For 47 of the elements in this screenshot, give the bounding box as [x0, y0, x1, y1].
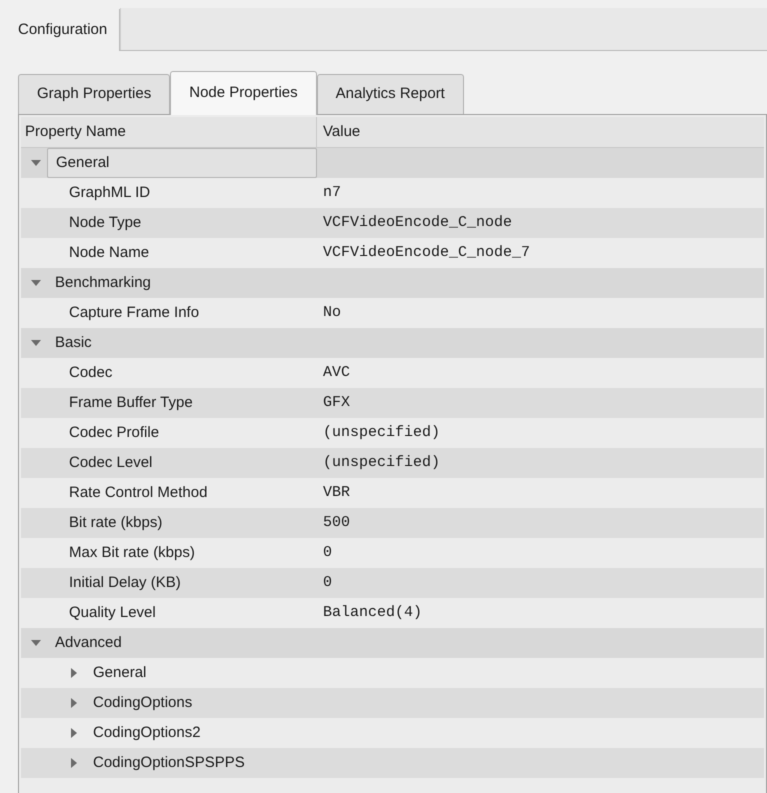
- collapse-arrow-icon[interactable]: [31, 158, 41, 168]
- property-value: No: [323, 302, 342, 323]
- collapse-arrow-icon[interactable]: [31, 338, 41, 348]
- property-name[interactable]: Codec Level: [69, 448, 152, 478]
- property-value: n7: [323, 182, 342, 203]
- property-name[interactable]: Capture Frame Info: [69, 298, 200, 328]
- property-value: (unspecified): [323, 422, 440, 443]
- property-name[interactable]: Frame Buffer Type: [69, 388, 193, 418]
- group-label[interactable]: CodingOptions: [93, 688, 192, 718]
- property-name[interactable]: GraphML ID: [69, 178, 150, 208]
- tab[interactable]: Node Properties: [170, 71, 317, 115]
- configuration-tab[interactable]: Configuration: [6, 9, 120, 51]
- property-value: (unspecified): [323, 452, 440, 473]
- property-value: VBR: [323, 482, 350, 503]
- property-value: VCFVideoEncode_C_node_7: [323, 242, 530, 263]
- property-value: 500: [323, 512, 350, 533]
- property-name[interactable]: Codec: [69, 358, 112, 388]
- group-label[interactable]: General: [47, 148, 317, 178]
- group-label[interactable]: General: [93, 658, 146, 688]
- group-label[interactable]: Benchmarking: [55, 268, 151, 298]
- property-name[interactable]: Node Type: [69, 208, 142, 238]
- property-name[interactable]: Rate Control Method: [69, 478, 208, 508]
- group-label[interactable]: CodingOptions2: [93, 718, 201, 748]
- group-label[interactable]: Advanced: [55, 628, 122, 658]
- property-name[interactable]: Node Name: [69, 238, 150, 268]
- expand-arrow-icon[interactable]: [69, 698, 79, 708]
- expand-arrow-icon[interactable]: [69, 758, 79, 768]
- property-value: AVC: [323, 362, 350, 383]
- property-name[interactable]: Max Bit rate (kbps): [69, 538, 195, 568]
- property-value: Balanced(4): [323, 602, 422, 623]
- tab[interactable]: Analytics Report: [316, 74, 464, 114]
- property-value: GFX: [323, 392, 350, 413]
- property-name[interactable]: Initial Delay (KB): [69, 568, 181, 598]
- expand-arrow-icon[interactable]: [69, 728, 79, 738]
- property-name[interactable]: Bit rate (kbps): [69, 508, 162, 538]
- column-header[interactable]: Value: [317, 117, 764, 147]
- collapse-arrow-icon[interactable]: [31, 278, 41, 288]
- property-value: 0: [323, 542, 332, 563]
- column-header[interactable]: Property Name: [21, 117, 317, 147]
- tab[interactable]: Graph Properties: [18, 74, 170, 114]
- expand-arrow-icon[interactable]: [69, 668, 79, 678]
- property-name[interactable]: Quality Level: [69, 598, 156, 628]
- collapse-arrow-icon[interactable]: [31, 638, 41, 648]
- property-value: VCFVideoEncode_C_node: [323, 212, 512, 233]
- property-value: 0: [323, 572, 332, 593]
- group-label[interactable]: Basic: [55, 328, 92, 358]
- property-name[interactable]: Codec Profile: [69, 418, 160, 448]
